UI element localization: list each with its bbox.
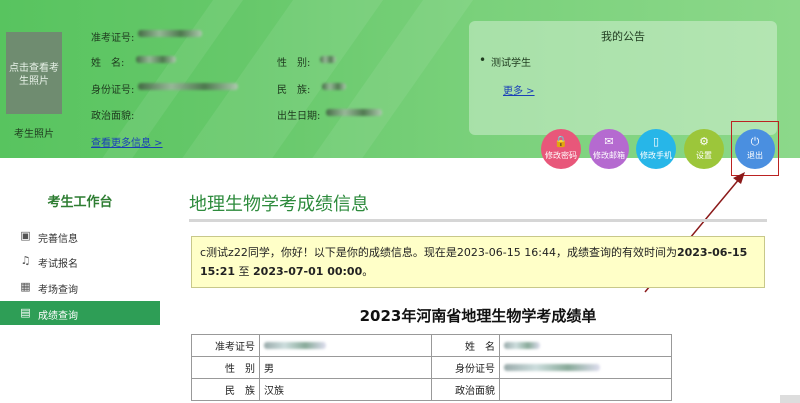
table-value <box>499 334 672 357</box>
table-label: 姓 名 <box>431 334 500 357</box>
sidebar-item-profile[interactable]: ▣ 完善信息 <box>0 224 160 248</box>
sidebar-item-registration[interactable]: ♫ 考试报名 <box>0 249 160 273</box>
grid-icon: ▦ <box>20 280 31 293</box>
table-row: 准考证号 姓 名 <box>191 334 672 357</box>
table-value <box>499 378 672 401</box>
table-value: 男 <box>259 356 432 379</box>
message-text: c测试z22同学，你好！以下是你的成绩信息。现在是2023-06-15 16:4… <box>200 246 677 259</box>
table-row: 性 别 男 身份证号 <box>191 356 672 379</box>
table-label: 政治面貌 <box>431 378 500 401</box>
sidebar-title: 考生工作台 <box>47 195 113 210</box>
sidebar-item-label: 完善信息 <box>38 234 78 245</box>
page-title: 地理生物学考成绩信息 <box>189 194 369 215</box>
table-value <box>499 356 672 379</box>
score-message: c测试z22同学，你好！以下是你的成绩信息。现在是2023-06-15 16:4… <box>191 236 765 288</box>
message-end-time: 2023-07-01 00:00 <box>253 265 363 278</box>
score-table: 准考证号 姓 名 性 别 男 身份证号 民 族 汉族 政治面貌 <box>191 334 672 401</box>
sidebar-item-label: 考试报名 <box>38 259 78 270</box>
scrollbar[interactable] <box>780 395 800 403</box>
title-divider <box>189 219 767 222</box>
sidebar-item-label: 考场查询 <box>38 285 78 296</box>
table-label: 民 族 <box>191 378 260 401</box>
table-label: 性 别 <box>191 356 260 379</box>
id-card-icon: ▣ <box>20 229 31 242</box>
table-label: 准考证号 <box>191 334 260 357</box>
report-title: 2023年河南省地理生物学考成绩单 <box>359 307 597 325</box>
table-label: 身份证号 <box>431 356 500 379</box>
message-suffix: 。 <box>362 265 374 278</box>
blurred-value <box>504 363 600 371</box>
bell-icon: ♫ <box>20 254 31 267</box>
blurred-value <box>264 341 326 349</box>
table-value <box>259 334 432 357</box>
blurred-value <box>504 341 540 349</box>
table-row: 民 族 汉族 政治面貌 <box>191 378 672 401</box>
message-connector: 至 <box>235 265 254 278</box>
sidebar-item-exam-room[interactable]: ▦ 考场查询 <box>0 275 160 299</box>
table-value: 汉族 <box>259 378 432 401</box>
